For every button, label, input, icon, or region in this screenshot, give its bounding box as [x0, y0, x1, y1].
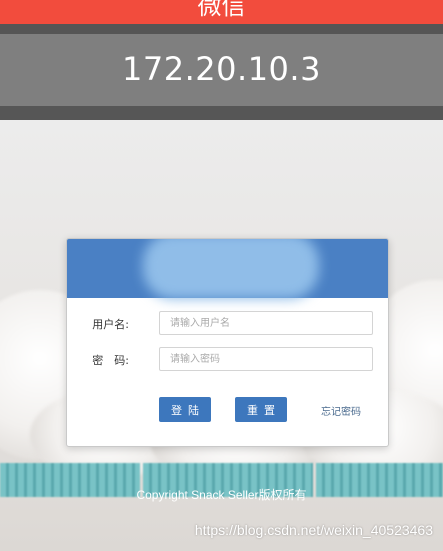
title-bar-divider [0, 24, 443, 34]
username-input[interactable] [159, 311, 373, 335]
source-watermark: https://blog.csdn.net/weixin_40523463 [194, 522, 433, 538]
server-address-bar: 172.20.10.3 [0, 34, 443, 106]
password-row: 密 码: [67, 347, 388, 373]
login-card: 用户名: 密 码: 登陆 重置 忘记密码 [66, 238, 389, 447]
reset-button[interactable]: 重置 [235, 397, 287, 422]
copyright-footer: Copyright Snack Seller版权所有 [136, 488, 307, 502]
username-label: 用户名: [92, 318, 129, 331]
blurred-logo [143, 239, 319, 299]
forgot-password-link[interactable]: 忘记密码 [321, 403, 361, 418]
login-card-header [67, 239, 388, 299]
screen: 微信 172.20.10.3 用户名: 密 码: 登陆 重置 忘记密码 Copy… [0, 0, 443, 551]
password-label: 密 码: [92, 354, 129, 367]
server-ip-address: 172.20.10.3 [122, 50, 321, 88]
app-title-bar: 微信 [0, 0, 443, 24]
address-bar-divider [0, 106, 443, 120]
username-row: 用户名: [67, 311, 388, 337]
login-button[interactable]: 登陆 [159, 397, 211, 422]
app-title: 微信 [197, 0, 246, 20]
password-input[interactable] [159, 347, 373, 371]
